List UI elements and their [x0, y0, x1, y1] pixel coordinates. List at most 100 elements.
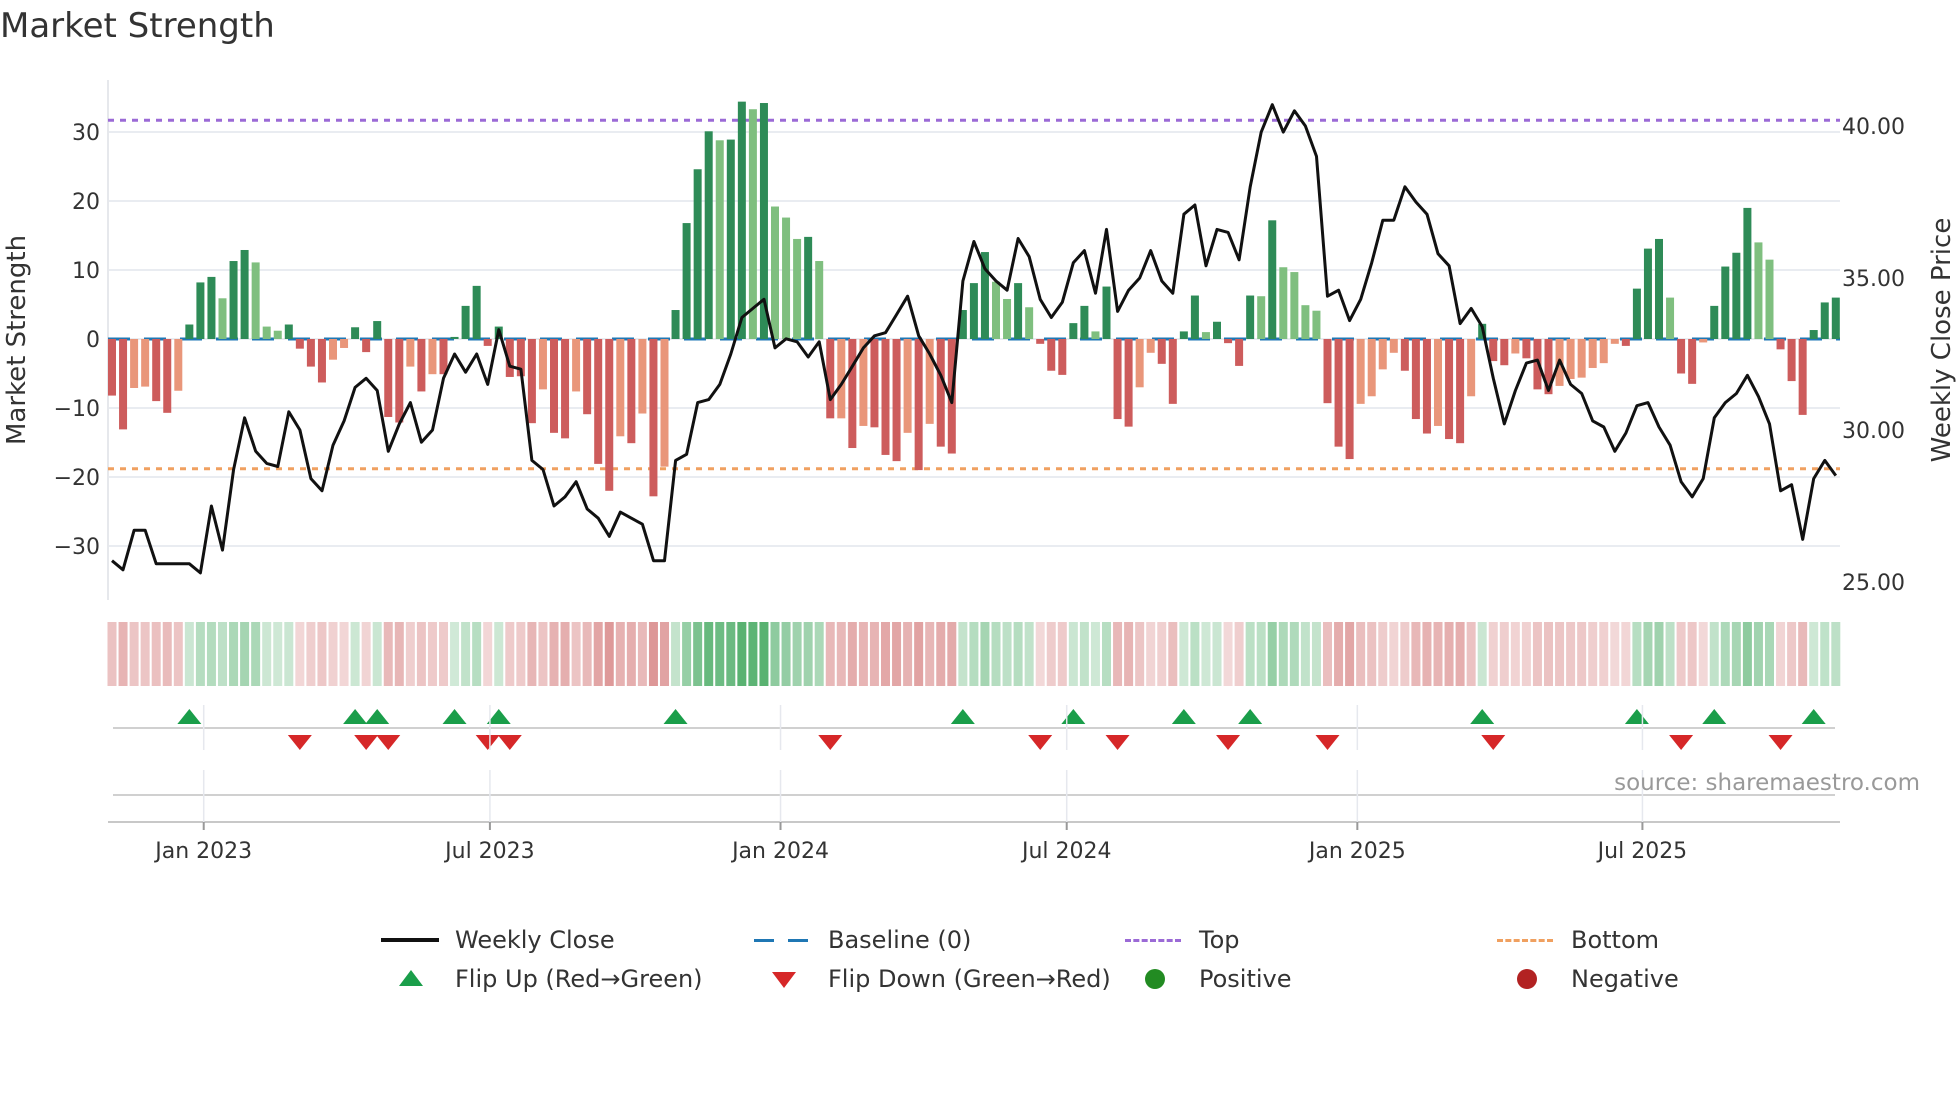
heat-cell — [1002, 622, 1012, 686]
legend-negative[interactable]: Negative — [1497, 961, 1679, 997]
heat-cell — [814, 622, 824, 686]
strength-bar — [417, 339, 426, 392]
strength-bar — [152, 339, 161, 402]
strength-bar — [892, 339, 901, 462]
strength-bar — [605, 339, 614, 491]
strength-bar — [1224, 339, 1233, 344]
heat-cell — [1389, 622, 1399, 686]
strength-bar — [1334, 339, 1343, 447]
heat-cell — [1345, 622, 1355, 686]
heat-cell — [1488, 622, 1498, 686]
heat-cell — [107, 622, 117, 686]
heat-cell — [439, 622, 448, 686]
strength-bar — [317, 339, 326, 383]
heat-cell — [715, 622, 725, 686]
strength-bar — [1522, 339, 1531, 359]
heat-cell — [1090, 622, 1100, 686]
strength-bar — [1610, 339, 1619, 344]
strength-bar — [1677, 339, 1686, 374]
legend-flip-up[interactable]: Flip Up (Red→Green) — [381, 961, 703, 997]
heat-cell — [1079, 622, 1089, 686]
flip-down-marker — [1481, 735, 1506, 750]
heat-cell — [1643, 622, 1653, 686]
heat-cell — [1632, 622, 1642, 686]
source-credit: source: sharemaestro.com — [1614, 770, 1920, 796]
strength-bar — [1599, 339, 1608, 364]
heat-cell — [925, 622, 935, 686]
strength-bar — [450, 336, 459, 339]
strength-bar — [1699, 339, 1708, 343]
flip-down-marker — [376, 735, 401, 750]
heat-cell — [858, 622, 868, 686]
heat-cell — [1024, 622, 1034, 686]
x-tick-label: Jan 2025 — [1307, 839, 1406, 864]
flip-up-marker — [343, 709, 368, 724]
heat-cell — [229, 622, 239, 686]
legend-weekly-close[interactable]: Weekly Close — [381, 922, 615, 958]
heat-cell — [328, 622, 338, 686]
legend-top[interactable]: Top — [1125, 922, 1240, 958]
strength-bar — [804, 236, 813, 339]
strength-bar — [1058, 339, 1067, 375]
y-tick-label: −10 — [54, 397, 100, 422]
strength-bar — [472, 285, 481, 339]
strength-bar — [1290, 272, 1299, 339]
dotted-line-icon — [1125, 925, 1185, 955]
strength-bar — [693, 169, 702, 339]
strength-bar — [1588, 339, 1597, 368]
strength-bar — [682, 223, 691, 339]
legend-flip-down[interactable]: Flip Down (Green→Red) — [754, 961, 1111, 997]
heat-cell — [847, 622, 857, 686]
strength-bar — [1643, 248, 1652, 339]
heat-cell — [1013, 622, 1023, 686]
strength-bar — [815, 261, 824, 339]
heat-cell — [936, 622, 946, 686]
circle-icon — [1125, 964, 1185, 994]
heat-cell — [350, 622, 360, 686]
strength-bar — [704, 131, 713, 339]
heat-cell — [494, 622, 504, 686]
heat-cell — [958, 622, 968, 686]
strength-bar — [1080, 305, 1089, 339]
strength-bar — [1721, 266, 1730, 339]
heat-cell — [1378, 622, 1388, 686]
heat-cell — [1113, 622, 1123, 686]
heat-cell — [1102, 622, 1111, 686]
legend-positive[interactable]: Positive — [1125, 961, 1292, 997]
heat-cell — [1179, 622, 1189, 686]
strength-bar — [671, 310, 680, 339]
heat-cell — [1212, 622, 1222, 686]
heat-cell — [1300, 622, 1310, 686]
strength-bar — [1688, 339, 1697, 384]
x-tick-label: Jul 2023 — [443, 839, 535, 864]
y-tick-label: −30 — [54, 535, 100, 560]
heat-cell — [505, 622, 515, 686]
strength-bar — [1422, 339, 1431, 434]
heat-cell — [1234, 622, 1244, 686]
heat-cell — [980, 622, 990, 686]
heat-cell — [803, 622, 813, 686]
legend-bottom[interactable]: Bottom — [1497, 922, 1659, 958]
heat-cell — [748, 622, 758, 686]
heat-cell — [1798, 622, 1808, 686]
strength-bar — [306, 339, 315, 367]
strength-bar — [1190, 295, 1199, 339]
legend-label: Weekly Close — [455, 926, 615, 954]
heat-cell — [1411, 622, 1421, 686]
heat-cell — [1566, 622, 1576, 686]
strength-bar — [638, 339, 647, 414]
strength-bar — [583, 339, 592, 415]
strength-bar — [715, 140, 724, 339]
strength-bar — [1809, 330, 1818, 339]
flip-up-marker — [1238, 709, 1263, 724]
heat-cell — [682, 622, 692, 686]
legend-baseline[interactable]: Baseline (0) — [754, 922, 971, 958]
strength-bar — [1279, 267, 1288, 339]
heat-cell — [1544, 622, 1553, 686]
heat-cell — [1477, 622, 1487, 686]
heat-cell — [693, 622, 703, 686]
strength-bar — [870, 339, 879, 428]
heat-cell — [991, 622, 1001, 686]
heat-cell — [450, 622, 460, 686]
heat-cell — [571, 622, 581, 686]
